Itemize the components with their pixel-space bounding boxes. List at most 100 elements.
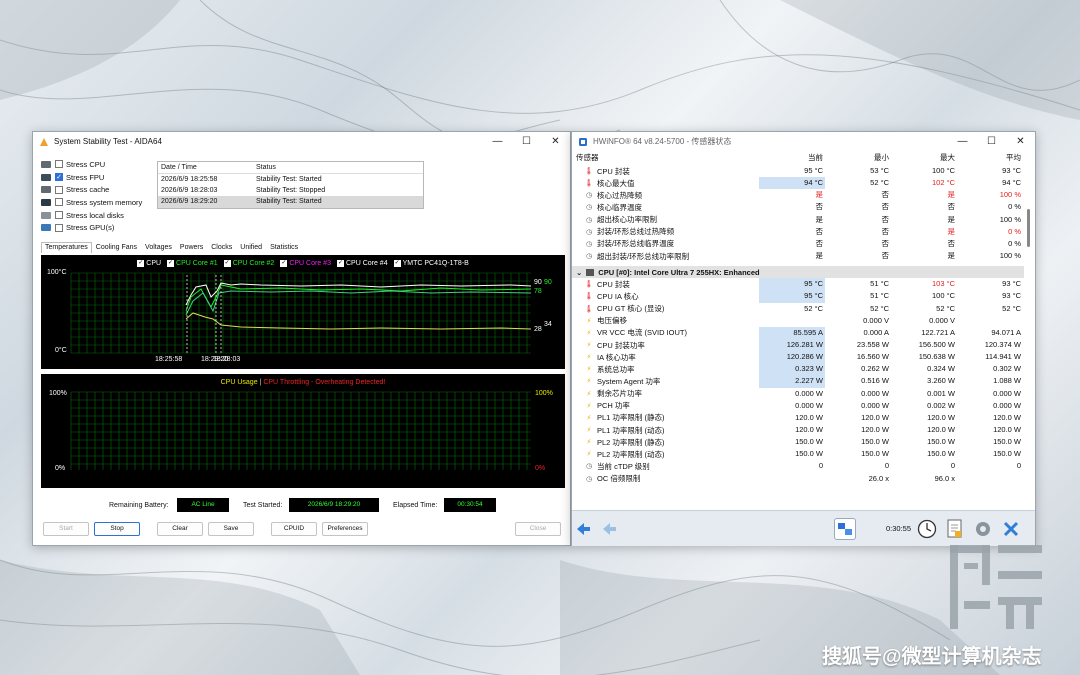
col-current[interactable]: 当前	[759, 152, 825, 164]
stress-memory-checkbox[interactable]	[55, 198, 63, 207]
sensor-row[interactable]: ⚡ PL1 功率限制 (静态) 120.0 W 120.0 W 120.0 W 120.0…	[572, 412, 1024, 424]
sensor-row[interactable]: 🌡 CPU IA 核心 95 °C 51 °C 100 °C 93 °C	[572, 290, 1024, 303]
sensor-value: 150.0 W	[795, 437, 823, 447]
lightning-icon: ⚡	[586, 366, 592, 374]
sensor-row[interactable]: ◷ 封装/环形总线过热降频 否 否 是 0 %	[572, 226, 1024, 238]
sensor-row[interactable]: ⚡ PL1 功率限制 (动态) 120.0 W 120.0 W 120.0 W 120.0…	[572, 424, 1024, 436]
settings-icon[interactable]	[972, 518, 994, 540]
sensor-value: 是	[947, 226, 956, 236]
tab-unified[interactable]: Unified	[236, 242, 266, 253]
sensor-row[interactable]: ⚡ 剩余芯片功率 0.000 W 0.000 W 0.001 W 0.000 W	[572, 388, 1024, 400]
scrollbar-thumb[interactable]	[1027, 209, 1030, 247]
sensor-group-header[interactable]: ⌄ CPU [#0]: Intel Core Ultra 7 255HX: Enh…	[572, 266, 1024, 279]
tab-statistics[interactable]: Statistics	[266, 242, 302, 253]
stress-cpu-checkbox[interactable]	[55, 160, 63, 169]
tab-temperatures[interactable]: Temperatures	[41, 242, 92, 253]
stress-fpu-checkbox[interactable]: ✓	[55, 173, 63, 182]
col-avg[interactable]: 平均	[957, 152, 1023, 164]
sensor-label: CPU 封装功率	[597, 340, 645, 350]
clear-button[interactable]: Clear	[157, 522, 203, 536]
sensor-value: 100 %	[999, 190, 1021, 200]
scrollbar[interactable]	[1025, 165, 1032, 510]
stress-cache-option[interactable]: Stress cache	[41, 183, 151, 196]
legend-item[interactable]: ✓ CPU Core #2	[223, 260, 274, 267]
table-row[interactable]: 2026/6/9 18:29:20 Stability Test: Starte…	[158, 196, 423, 208]
close-window-button[interactable]: ✕	[541, 132, 570, 151]
sensor-value: 否	[947, 202, 956, 212]
sensor-row[interactable]: ⚡ System Agent 功率 2.227 W 0.516 W 3.260 W 1.0…	[572, 375, 1024, 388]
clock-icon: ◷	[585, 216, 593, 224]
sensor-value: 93 °C	[1002, 291, 1021, 301]
cpuid-button[interactable]: CPUID	[271, 522, 317, 536]
lightning-icon: ⚡	[586, 414, 592, 422]
sensor-row[interactable]: 🌡 核心最大值 94 °C 52 °C 102 °C 94 °C	[572, 177, 1024, 190]
col-max[interactable]: 最大	[891, 152, 957, 164]
sensor-row[interactable]: ⚡ 电压偏移 0.000 V 0.000 V	[572, 315, 1024, 327]
sensor-row[interactable]: ⚡ PL2 功率限制 (动态) 150.0 W 150.0 W 150.0 W 150.0…	[572, 448, 1024, 460]
col-sensor[interactable]: 传感器	[572, 152, 759, 164]
stress-disks-option[interactable]: Stress local disks	[41, 209, 151, 222]
minimize-button[interactable]: —	[483, 132, 512, 151]
sensor-row[interactable]: ⚡ IA 核心功率 120.286 W 16.560 W 150.638 W 114.94…	[572, 351, 1024, 364]
start-button[interactable]: Start	[43, 522, 89, 536]
stress-memory-option[interactable]: Stress system memory	[41, 196, 151, 209]
stress-disks-checkbox[interactable]	[55, 211, 63, 220]
report-icon[interactable]	[944, 518, 966, 540]
sensor-row[interactable]: 🌡 CPU 封装 95 °C 51 °C 103 °C 93 °C	[572, 278, 1024, 291]
stress-fpu-option[interactable]: ✓ Stress FPU	[41, 171, 151, 184]
stress-cache-checkbox[interactable]	[55, 185, 63, 194]
sensor-label: 当前 cTDP 级别	[597, 461, 650, 471]
legend-item[interactable]: ✓ YMTC PC41Q-1T8-B	[393, 260, 469, 267]
stress-gpu-checkbox[interactable]	[55, 223, 63, 232]
elapsed-label: Elapsed Time:	[393, 502, 438, 509]
sensor-row[interactable]: ◷ 当前 cTDP 级别 0 0 0 0	[572, 460, 1024, 472]
table-row[interactable]: 2026/6/9 18:25:58 Stability Test: Starte…	[158, 173, 423, 185]
sensor-row[interactable]: ⚡ 系统总功率 0.323 W 0.262 W 0.324 W 0.302 W	[572, 363, 1024, 376]
legend-item[interactable]: ✓ CPU Core #4	[336, 260, 388, 267]
maximize-button[interactable]: ☐	[977, 132, 1006, 151]
sensor-row[interactable]: ⚡ VR VCC 电流 (SVID IOUT) 85.595 A 0.000 A 122…	[572, 326, 1024, 339]
tab-powers[interactable]: Powers	[176, 242, 207, 253]
nav-forward-icon[interactable]	[602, 518, 624, 540]
log-header-status[interactable]: Status	[253, 162, 423, 174]
sensor-row[interactable]: ◷ 超出封装/环形总线功率限制 是 否 是 100 %	[572, 250, 1024, 262]
sensor-row[interactable]: ⚡ PL2 功率限制 (静态) 150.0 W 150.0 W 150.0 W 150.0…	[572, 436, 1024, 448]
sensor-value: 120.0 W	[795, 412, 823, 422]
stress-gpu-option[interactable]: Stress GPU(s)	[41, 221, 151, 234]
close-icon[interactable]	[1000, 518, 1022, 540]
stop-button[interactable]: Stop	[94, 522, 140, 536]
sensor-row[interactable]: ⚡ CPU 封装功率 126.281 W 23.558 W 156.500 W 120.3…	[572, 338, 1024, 352]
sensor-row[interactable]: 🌡 CPU GT 核心 (显设) 52 °C 52 °C 52 °C 52 °C	[572, 303, 1024, 315]
save-button[interactable]: Save	[208, 522, 254, 536]
close-window-button[interactable]: ✕	[1006, 132, 1035, 151]
legend-item[interactable]: ✓ CPU Core #3	[280, 260, 331, 267]
legend-item[interactable]: ✓ CPU Core #1	[167, 260, 218, 267]
sensor-row[interactable]: ◷ OC 倍频限制 26.0 x 96.0 x	[572, 473, 1024, 485]
log-header-datetime[interactable]: Date / Time	[158, 162, 253, 174]
network-icon[interactable]	[834, 518, 856, 540]
sensor-value: 51 °C	[870, 291, 889, 301]
table-row[interactable]: 2026/6/9 18:28:03 Stability Test: Stoppe…	[158, 185, 423, 197]
minimize-button[interactable]: —	[948, 132, 977, 151]
nav-back-icon[interactable]	[576, 518, 598, 540]
close-button[interactable]: Close	[515, 522, 561, 536]
sensor-value: 0.323 W	[759, 363, 825, 376]
sensor-row[interactable]: ⚡ PCH 功率 0.000 W 0.000 W 0.002 W 0.000 W	[572, 400, 1024, 412]
sensor-row[interactable]: ◷ 超出核心功率限制 是 否 是 100 %	[572, 214, 1024, 226]
sensor-row[interactable]: ◷ 封装/环形总线临界温度 否 否 否 0 %	[572, 238, 1024, 250]
sensor-row[interactable]: ◷ 核心过热降频 是 否 是 100 %	[572, 189, 1024, 201]
maximize-button[interactable]: ☐	[512, 132, 541, 151]
sensor-value: 95 °C	[804, 166, 823, 175]
tab-cooling-fans[interactable]: Cooling Fans	[92, 242, 141, 253]
sensor-row[interactable]: 🌡 CPU 封装 95 °C 53 °C 100 °C 93 °C	[572, 165, 1024, 177]
col-min[interactable]: 最小	[825, 152, 891, 164]
sensor-value: 0.002 W	[927, 400, 955, 410]
sensor-row[interactable]: ◷ 核心临界温度 否 否 否 0 %	[572, 201, 1024, 213]
stress-cpu-option[interactable]: Stress CPU	[41, 158, 151, 171]
clock-icon[interactable]	[916, 518, 938, 540]
tab-voltages[interactable]: Voltages	[141, 242, 176, 253]
sensor-value: 100 %	[999, 250, 1021, 260]
tab-clocks[interactable]: Clocks	[207, 242, 236, 253]
legend-item[interactable]: ✓ CPU	[137, 260, 161, 267]
preferences-button[interactable]: Preferences	[322, 522, 368, 536]
